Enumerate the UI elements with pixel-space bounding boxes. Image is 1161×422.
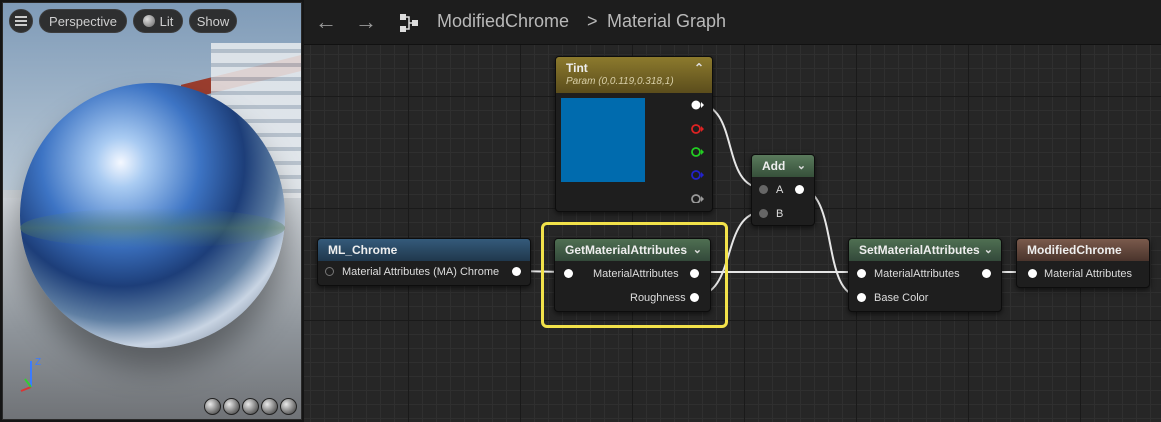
ml-chrome-node-header: ML_Chrome — [318, 239, 530, 261]
tint-node-subtitle: Param (0,0.119,0.318,1) — [566, 76, 674, 87]
material-graph-icon — [400, 14, 418, 32]
chevron-down-icon[interactable]: ⌄ — [797, 155, 806, 177]
back-arrow-icon[interactable]: ← — [314, 10, 338, 34]
cube-preview-icon[interactable] — [261, 398, 278, 415]
result-input-pin[interactable] — [1028, 269, 1037, 278]
breadcrumb-separator: > — [587, 11, 598, 31]
axis-z-label: Z — [35, 357, 41, 368]
set-input-attrs-label: MaterialAttributes — [874, 268, 960, 280]
ml-chrome-node-title: ML_Chrome — [328, 243, 398, 257]
cylinder-preview-icon[interactable] — [204, 398, 221, 415]
forward-arrow-icon[interactable]: → — [354, 10, 378, 34]
modifiedchrome-result-node[interactable]: ModifiedChrome Material Attributes — [1016, 238, 1150, 288]
tint-color-swatch — [561, 98, 645, 182]
material-graph-canvas[interactable] — [304, 0, 1161, 422]
set-input-attrs-pin[interactable] — [857, 269, 866, 278]
add-output-pin[interactable] — [795, 185, 804, 194]
axis-gizmo: Z — [20, 357, 41, 392]
lit-icon — [142, 15, 155, 27]
chevron-down-icon[interactable]: ⌄ — [984, 239, 993, 261]
result-node-title: ModifiedChrome — [1027, 243, 1122, 257]
result-input-label: Material Attributes — [1044, 268, 1133, 280]
add-pin-a-label: A — [776, 184, 784, 196]
preview-sphere-reflection — [20, 208, 285, 248]
collapse-icon[interactable]: ⌃ — [694, 57, 704, 79]
add-node-title: Add — [762, 159, 786, 173]
get-output-roughness-label: Roughness — [630, 292, 686, 304]
set-output-pin[interactable] — [982, 269, 991, 278]
tint-node-title: Tint — [566, 61, 588, 75]
set-node-title: SetMaterialAttributes — [859, 243, 980, 257]
ml-chrome-input-pin[interactable] — [325, 267, 334, 276]
material-preview-viewport[interactable]: Perspective Lit Show Z — [2, 2, 302, 420]
tint-output-pins[interactable] — [690, 99, 706, 203]
graph-toolbar: ← → ModifiedChrome > Material Graph — [304, 0, 1161, 45]
preview-shape-buttons — [204, 398, 297, 415]
get-node-title: GetMaterialAttributes — [565, 243, 688, 257]
get-output-roughness-pin[interactable] — [690, 293, 699, 302]
get-output-attrs-label: MaterialAttributes — [593, 268, 679, 280]
teapot-preview-icon[interactable] — [280, 398, 297, 415]
add-pin-b[interactable] — [759, 209, 768, 218]
tint-param-node[interactable]: Tint Param (0,0.119,0.318,1) ⌃ — [555, 56, 713, 212]
get-material-attributes-node[interactable]: GetMaterialAttributes ⌄ MaterialAttribut… — [554, 238, 711, 312]
breadcrumb-asset[interactable]: ModifiedChrome — [437, 11, 569, 32]
ml-chrome-node[interactable]: ML_Chrome Material Attributes (MA) Chrom… — [317, 238, 531, 286]
ml-chrome-output-label: Material Attributes (MA) Chrome — [342, 266, 500, 278]
add-pin-a[interactable] — [759, 185, 768, 194]
perspective-button[interactable]: Perspective — [39, 9, 127, 33]
lit-button[interactable]: Lit — [133, 9, 183, 33]
add-node-header: Add ⌄ — [752, 155, 814, 177]
sphere-preview-icon[interactable] — [223, 398, 240, 415]
hamburger-icon[interactable] — [9, 9, 33, 33]
get-input-pin[interactable] — [564, 269, 573, 278]
set-input-base-color-pin[interactable] — [857, 293, 866, 302]
plane-preview-icon[interactable] — [242, 398, 259, 415]
result-node-header: ModifiedChrome — [1017, 239, 1149, 261]
breadcrumb-graph[interactable]: Material Graph — [607, 11, 726, 32]
get-node-header: GetMaterialAttributes ⌄ — [555, 239, 710, 261]
show-button[interactable]: Show — [189, 9, 237, 33]
add-node[interactable]: Add ⌄ A B — [751, 154, 815, 226]
chevron-down-icon[interactable]: ⌄ — [693, 239, 702, 261]
get-output-attrs-pin[interactable] — [690, 269, 699, 278]
tint-node-header: Tint Param (0,0.119,0.318,1) ⌃ — [556, 57, 712, 93]
set-material-attributes-node[interactable]: SetMaterialAttributes ⌄ MaterialAttribut… — [848, 238, 1002, 312]
set-node-header: SetMaterialAttributes ⌄ — [849, 239, 1001, 261]
lit-label: Lit — [159, 13, 174, 29]
ml-chrome-output-pin[interactable] — [512, 267, 521, 276]
add-pin-b-label: B — [776, 208, 784, 220]
set-input-base-color-label: Base Color — [874, 292, 929, 304]
